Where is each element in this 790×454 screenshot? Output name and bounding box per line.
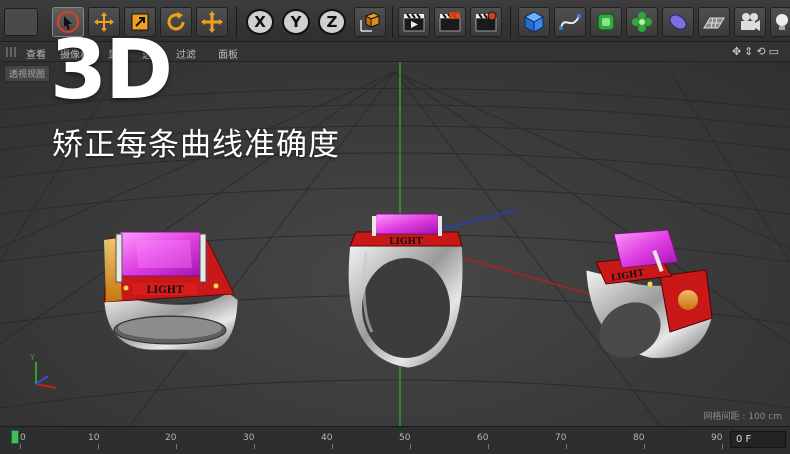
- toolbar-divider: [510, 6, 511, 38]
- ring-center: LIGHT: [347, 213, 464, 369]
- ring-engraving-text: LIGHT: [146, 285, 184, 296]
- tick-label: 50: [399, 433, 411, 443]
- add-nurbs-button[interactable]: [590, 7, 622, 37]
- bend-deformer-icon: [669, 14, 687, 30]
- ring-right: LIGHT: [585, 229, 713, 359]
- axis-gizmo: Y: [29, 353, 57, 389]
- y-axis-lock-button[interactable]: Y: [282, 9, 310, 35]
- render-view-button[interactable]: [398, 7, 430, 37]
- toolbar-divider: [392, 6, 393, 38]
- overlay-title: 3D: [50, 23, 173, 118]
- viewport-name-label[interactable]: 透视视图: [4, 65, 51, 82]
- tick-label: 80: [633, 433, 645, 443]
- transform-tool-button[interactable]: [196, 7, 228, 37]
- timeline-playhead[interactable]: [11, 430, 19, 444]
- tick-label: 10: [88, 433, 100, 443]
- animation-timeline[interactable]: 0 10 20 30 40 50 60 70 80 90 0 F: [0, 426, 790, 454]
- tick-label: 60: [477, 433, 489, 443]
- light-bulb-icon: [776, 14, 788, 30]
- world-axis-cube-icon: [360, 12, 381, 32]
- grip-handle[interactable]: [6, 47, 16, 57]
- render-region-button[interactable]: [434, 7, 466, 37]
- floor-grid-icon: [703, 17, 725, 29]
- clapperboard-gear-icon: [475, 11, 497, 32]
- render-settings-button[interactable]: [470, 7, 502, 37]
- timeline-ruler[interactable]: 0 10 20 30 40 50 60 70 80 90: [8, 431, 728, 449]
- grid-spacing-readout: 网格间距 : 100 cm: [703, 412, 782, 422]
- add-cloner-button[interactable]: [626, 7, 658, 37]
- add-camera-button[interactable]: [734, 7, 766, 37]
- ring-left: LIGHT: [103, 231, 239, 351]
- spline-pen-icon: [559, 14, 581, 30]
- add-floor-button[interactable]: [698, 7, 730, 37]
- tick-label: 90: [711, 433, 723, 443]
- crosshair-move-icon: [201, 11, 223, 33]
- x-axis-lock-button[interactable]: X: [246, 9, 274, 35]
- coordinate-system-button[interactable]: [354, 7, 386, 37]
- z-axis-lock-button[interactable]: Z: [318, 9, 346, 35]
- add-cube-button[interactable]: [518, 7, 550, 37]
- add-spline-button[interactable]: [554, 7, 586, 37]
- add-light-button[interactable]: [770, 7, 790, 37]
- toolbar-divider: [236, 6, 237, 38]
- overlay-subtitle: 矫正每条曲线准确度: [52, 127, 340, 163]
- undo-button[interactable]: [4, 8, 38, 36]
- tick-label: 20: [165, 433, 177, 443]
- svg-text:Y: Y: [29, 353, 35, 362]
- tick-label: 40: [321, 433, 333, 443]
- clapperboard-icon: [403, 13, 425, 32]
- current-frame-field[interactable]: 0 F: [730, 431, 786, 448]
- menu-view[interactable]: 查看: [26, 46, 46, 61]
- camera-icon: [741, 13, 760, 31]
- clapperboard-region-icon: [439, 12, 461, 32]
- viewport-nav-icons[interactable]: ✥⇕⟲▭: [732, 45, 782, 58]
- subdivision-cube-icon: [597, 13, 615, 31]
- flower-cloner-icon: [632, 12, 652, 32]
- menu-filter[interactable]: 过滤: [176, 46, 196, 61]
- tick-label: 0: [20, 433, 26, 443]
- menu-panel[interactable]: 面板: [218, 46, 238, 61]
- tick-label: 30: [243, 433, 255, 443]
- ring-engraving-text: LIGHT: [389, 237, 423, 247]
- cube-icon: [523, 11, 545, 33]
- tick-label: 70: [555, 433, 567, 443]
- add-deformer-button[interactable]: [662, 7, 694, 37]
